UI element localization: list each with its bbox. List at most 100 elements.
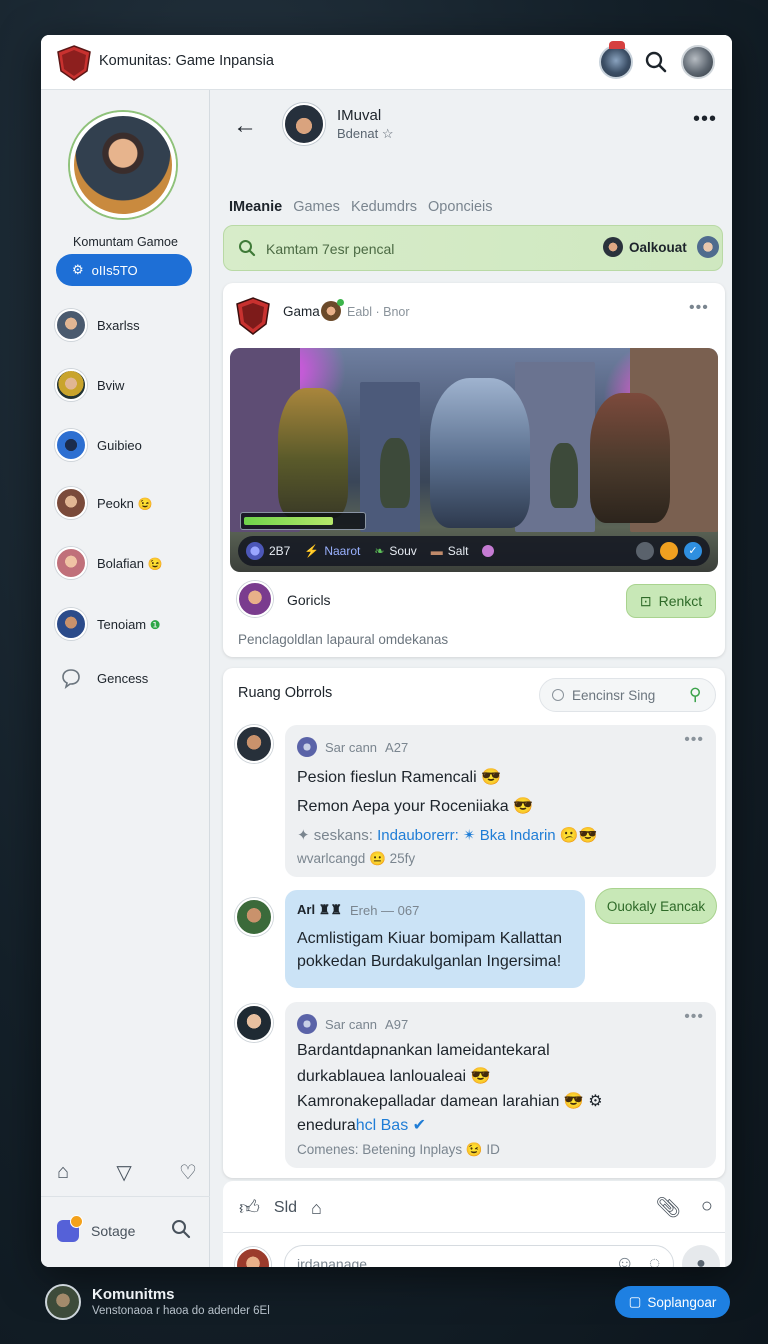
community-action-button[interactable]: ▢ Soplangoar <box>615 1286 730 1318</box>
post-description: Penclagoldlan lapaural omdekanas <box>238 632 449 647</box>
check-icon[interactable]: ✓ <box>684 542 702 560</box>
chat-search-placeholder: Eencinsr Sing <box>572 688 656 703</box>
react-button[interactable]: ⊡ Renkct <box>626 584 716 618</box>
hud-actions: ✓ <box>636 542 702 560</box>
quick-reply-button[interactable]: Ouokaly Eancak <box>595 888 717 924</box>
hud-item-3: ▬ Salt <box>430 544 469 558</box>
sender-avatar[interactable] <box>235 898 273 936</box>
attachment-icon[interactable]: 📎︎ <box>656 1195 681 1220</box>
community-avatar[interactable] <box>45 1284 81 1320</box>
search-icon <box>239 240 256 257</box>
storage-icon[interactable] <box>57 1215 83 1242</box>
message-header: Sar cann A27 <box>297 737 408 757</box>
message-time: Ereh — 067 <box>349 902 420 918</box>
sticker-icon[interactable]: ◌ <box>649 1253 660 1267</box>
message-sender: Arl ♜♜ <box>297 902 342 917</box>
like-icon[interactable]: 👍︎ <box>239 1196 260 1220</box>
sidebar-item-avatar <box>55 487 87 519</box>
sidebar-item-6[interactable]: Tenoiam ❶ <box>55 607 205 641</box>
sidebar-item-7[interactable]: Gencess <box>55 661 205 695</box>
character-minion <box>550 443 578 508</box>
composer-toolbar-left: 👍︎ Sld ⌂ <box>239 1196 322 1220</box>
sidebar: Komuntam Gamoe ⚙ oIIs5TO Bxarlss Bviw Gu… <box>41 90 210 1267</box>
chat-message: Arl ♜♜ Ereh — 067 Acmlistigam Kiuar bomi… <box>285 890 585 988</box>
post-author-avatar <box>321 299 344 321</box>
chat-message: Sar cann A27 ••• Pesion fieslun Ramencal… <box>285 725 716 877</box>
shield-icon <box>55 429 87 461</box>
chat-search-input[interactable]: Eencinsr Sing ⚲ <box>539 678 716 712</box>
settings-icon[interactable] <box>636 542 654 560</box>
inbox-icon[interactable]: ⌂ <box>311 1198 322 1219</box>
sender-badge-icon <box>297 737 317 757</box>
heart-icon[interactable]: ♡ <box>179 1160 197 1185</box>
sidebar-item-3[interactable]: Guibieo <box>55 428 205 462</box>
sender-badge-icon <box>297 1014 317 1034</box>
emoji-icon[interactable]: ☺ <box>615 1253 634 1267</box>
sidebar-item-2[interactable]: Bviw <box>55 368 205 402</box>
pin-icon[interactable]: ⚲ <box>689 685 701 705</box>
search-icon[interactable]: ○ <box>701 1195 713 1220</box>
tab-games[interactable]: Games <box>293 199 340 215</box>
app-title: Komunitas: Game Inpansia <box>99 53 274 69</box>
character-armored-knight <box>430 378 530 528</box>
post-author[interactable]: Gama <box>283 304 320 319</box>
message-link-line: enedurahcl Bas ✔ <box>297 1117 427 1134</box>
profile-avatar[interactable] <box>70 112 176 218</box>
token-icon: ▬ <box>430 544 443 558</box>
commenter-name[interactable]: Goricls <box>287 592 331 608</box>
back-arrow-icon[interactable]: ← <box>233 112 257 140</box>
search-bar[interactable]: Kamtam 7esr pencal Oalkouat <box>223 225 723 271</box>
pin-icon: ✦ <box>297 827 310 844</box>
tab-oponcieis[interactable]: Oponcieis <box>428 199 492 215</box>
sidebar-item-label: Tenoiam ❶ <box>97 616 161 632</box>
message-footer: Comenes: Betening Inplays 😉 ID <box>297 1142 500 1157</box>
app-logo <box>57 45 91 81</box>
game-screenshot[interactable]: 2B7 ⚡ Naarot ❧ Souv ▬ Salt ✓ <box>230 348 718 572</box>
more-options-icon[interactable]: ••• <box>684 731 704 749</box>
sidebar-item-4[interactable]: Peokn 😉 <box>55 486 205 520</box>
tab-kedumdrs[interactable]: Kedumdrs <box>351 199 417 215</box>
tab-imeanie[interactable]: IMeanie <box>229 199 282 215</box>
message-line: pokkedan Burdakulganlan Ingersima! <box>297 953 562 970</box>
toolbar-label[interactable]: Sld <box>274 1199 297 1217</box>
message-input[interactable]: irdananage ☺ ◌ <box>284 1245 674 1267</box>
conversation-avatar[interactable] <box>283 103 325 145</box>
message-link-line: ✦ seskans: Indauborerr: ✴ Bka Indarin 😕😎 <box>297 827 598 844</box>
mic-icon[interactable]: ● <box>682 1245 720 1267</box>
conversation-status: Bdenat ☆ <box>337 126 394 141</box>
message-link[interactable]: Indauborerr: ✴ Bka Indarin <box>377 827 556 844</box>
sender-avatar[interactable] <box>235 725 273 763</box>
user-avatar[interactable] <box>681 45 715 79</box>
post-meta: Eabl · Bnor <box>347 305 410 319</box>
leaf-icon: ❧ <box>374 544 385 558</box>
message-footer: wvarlcangd 😐 25fy <box>297 851 416 866</box>
sidebar-item-5[interactable]: Bolafian 😉 <box>55 546 205 580</box>
title-bar: Komunitas: Game Inpansia <box>41 35 732 90</box>
message-sender: Sar cann <box>325 739 378 755</box>
notification-avatar[interactable] <box>599 41 633 79</box>
sender-avatar[interactable] <box>235 1004 273 1042</box>
account-avatar-secondary <box>696 236 719 258</box>
comment-icon: ⊡ <box>639 592 652 609</box>
chat-room-title: Ruang Obrrols <box>238 685 333 701</box>
more-options-icon[interactable]: ••• <box>689 299 709 317</box>
triangle-down-icon[interactable]: ▽ <box>116 1160 131 1185</box>
profile-action-button[interactable]: ⚙ oIIs5TO <box>56 254 192 286</box>
message-link[interactable]: hcl Bas <box>356 1117 408 1134</box>
message-header: Sar cann A97 <box>297 1014 408 1034</box>
storage-label[interactable]: Sotage <box>91 1223 135 1239</box>
bookmark-icon[interactable]: ⌂ <box>57 1161 69 1184</box>
coin-icon[interactable] <box>660 542 678 560</box>
tab-bar: IMeanie Games Kedumdrs Oponcieis <box>229 199 493 215</box>
sidebar-item-1[interactable]: Bxarlss <box>55 308 205 342</box>
sidebar-item-label: Bviw <box>97 377 125 393</box>
message-line: Kamronakepalladar damean larahian 😎 ⚙ <box>297 1093 603 1110</box>
search-icon[interactable] <box>171 1219 191 1239</box>
search-icon[interactable] <box>639 45 673 79</box>
more-options-icon[interactable]: ••• <box>684 1008 704 1026</box>
sidebar-item-avatar <box>55 369 87 401</box>
message-composer: irdananage ☺ ◌ ● <box>223 1233 725 1267</box>
search-account-chip[interactable]: Oalkouat <box>603 236 719 258</box>
character-warrior <box>278 388 348 518</box>
more-options-icon[interactable]: ••• <box>693 108 717 131</box>
